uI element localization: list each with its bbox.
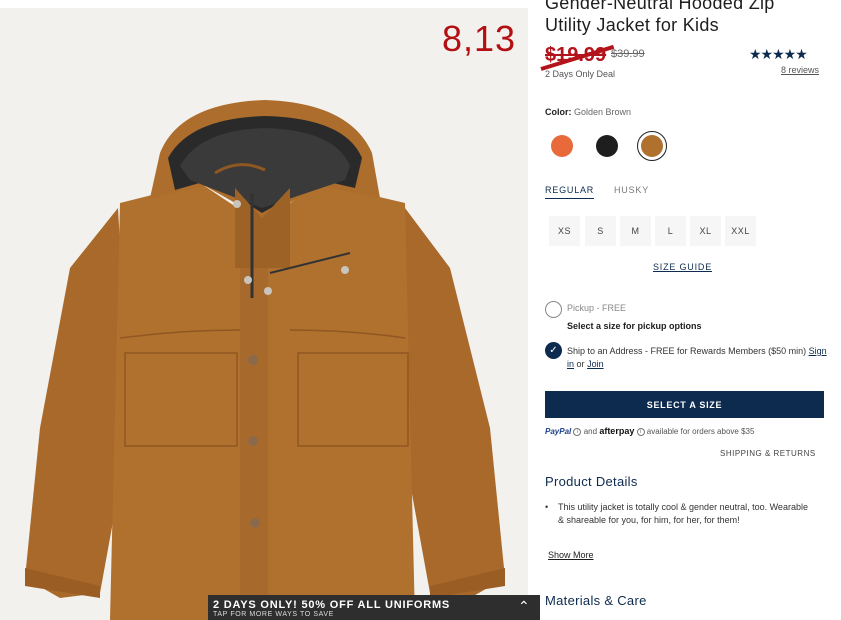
- price-row: $19.99 $39.99: [540, 44, 645, 71]
- info-icon[interactable]: i: [573, 427, 582, 436]
- jacket-image: [25, 100, 505, 620]
- join-link[interactable]: Join: [587, 359, 604, 369]
- annotation-label: 8,13: [442, 18, 517, 59]
- promo-sub-text: TAP FOR MORE WAYS TO SAVE: [213, 611, 334, 618]
- check-icon: ✓: [549, 345, 558, 356]
- product-details-title[interactable]: Product Details: [545, 474, 638, 489]
- ship-label: Ship to an Address - FREE for Rewards Me…: [567, 346, 807, 356]
- payment-note: available for orders above $35: [646, 427, 755, 436]
- swatch-orange[interactable]: [551, 135, 573, 157]
- reviews-link[interactable]: 8 reviews: [781, 65, 819, 75]
- swatch-golden-brown[interactable]: [641, 135, 663, 157]
- rating-stars: ★★★★★: [749, 46, 808, 63]
- size-xxl[interactable]: XXL: [725, 216, 756, 246]
- info-icon[interactable]: i: [636, 427, 645, 436]
- details-bullet: • This utility jacket is totally cool & …: [545, 501, 815, 527]
- bullet-icon: •: [545, 502, 549, 512]
- shipping-returns-link[interactable]: SHIPPING & RETURNS: [720, 449, 816, 458]
- product-image-panel[interactable]: [0, 8, 528, 620]
- paypal-logo: PayPal: [545, 427, 572, 436]
- size-m[interactable]: M: [620, 216, 651, 246]
- promo-banner[interactable]: 2 DAYS ONLY! 50% OFF ALL UNIFORMS TAP FO…: [208, 595, 540, 620]
- promo-main-text: 2 DAYS ONLY! 50% OFF ALL UNIFORMS: [213, 599, 451, 611]
- size-s[interactable]: S: [585, 216, 616, 246]
- ship-radio-checked[interactable]: ✓: [545, 342, 562, 359]
- color-label-text: Color:: [545, 107, 572, 117]
- ship-text: Ship to an Address - FREE for Rewards Me…: [567, 345, 827, 371]
- tab-regular[interactable]: REGULAR: [545, 185, 595, 199]
- pickup-radio[interactable]: [545, 301, 562, 318]
- color-label: Color: Golden Brown: [545, 107, 631, 117]
- size-l[interactable]: L: [655, 216, 686, 246]
- color-selected: Golden Brown: [574, 107, 632, 117]
- swatch-black[interactable]: [596, 135, 618, 157]
- show-more-link[interactable]: Show More: [548, 550, 594, 560]
- tab-husky[interactable]: HUSKY: [614, 185, 649, 195]
- chevron-up-icon[interactable]: ⌃: [518, 598, 530, 615]
- original-price: $39.99: [611, 48, 645, 60]
- product-title: Gender-Neutral Hooded Zip Utility Jacket…: [545, 0, 775, 35]
- afterpay-logo: afterpay: [599, 426, 635, 436]
- pickup-label: Pickup - FREE: [567, 303, 627, 313]
- size-xs[interactable]: XS: [549, 216, 580, 246]
- select-size-button[interactable]: SELECT A SIZE: [545, 391, 824, 418]
- payment-row: PayPal i and afterpay i available for or…: [545, 426, 754, 436]
- size-xl[interactable]: XL: [690, 216, 721, 246]
- pickup-sub: Select a size for pickup options: [567, 321, 702, 331]
- materials-care-title[interactable]: Materials & Care: [545, 593, 647, 608]
- star-icons: ★★★★★: [749, 46, 808, 62]
- size-guide-link[interactable]: SIZE GUIDE: [653, 262, 712, 272]
- deal-note: 2 Days Only Deal: [545, 69, 616, 79]
- ship-or: or: [576, 359, 585, 369]
- details-text: This utility jacket is totally cool & ge…: [558, 502, 808, 525]
- payment-and: and: [583, 427, 598, 436]
